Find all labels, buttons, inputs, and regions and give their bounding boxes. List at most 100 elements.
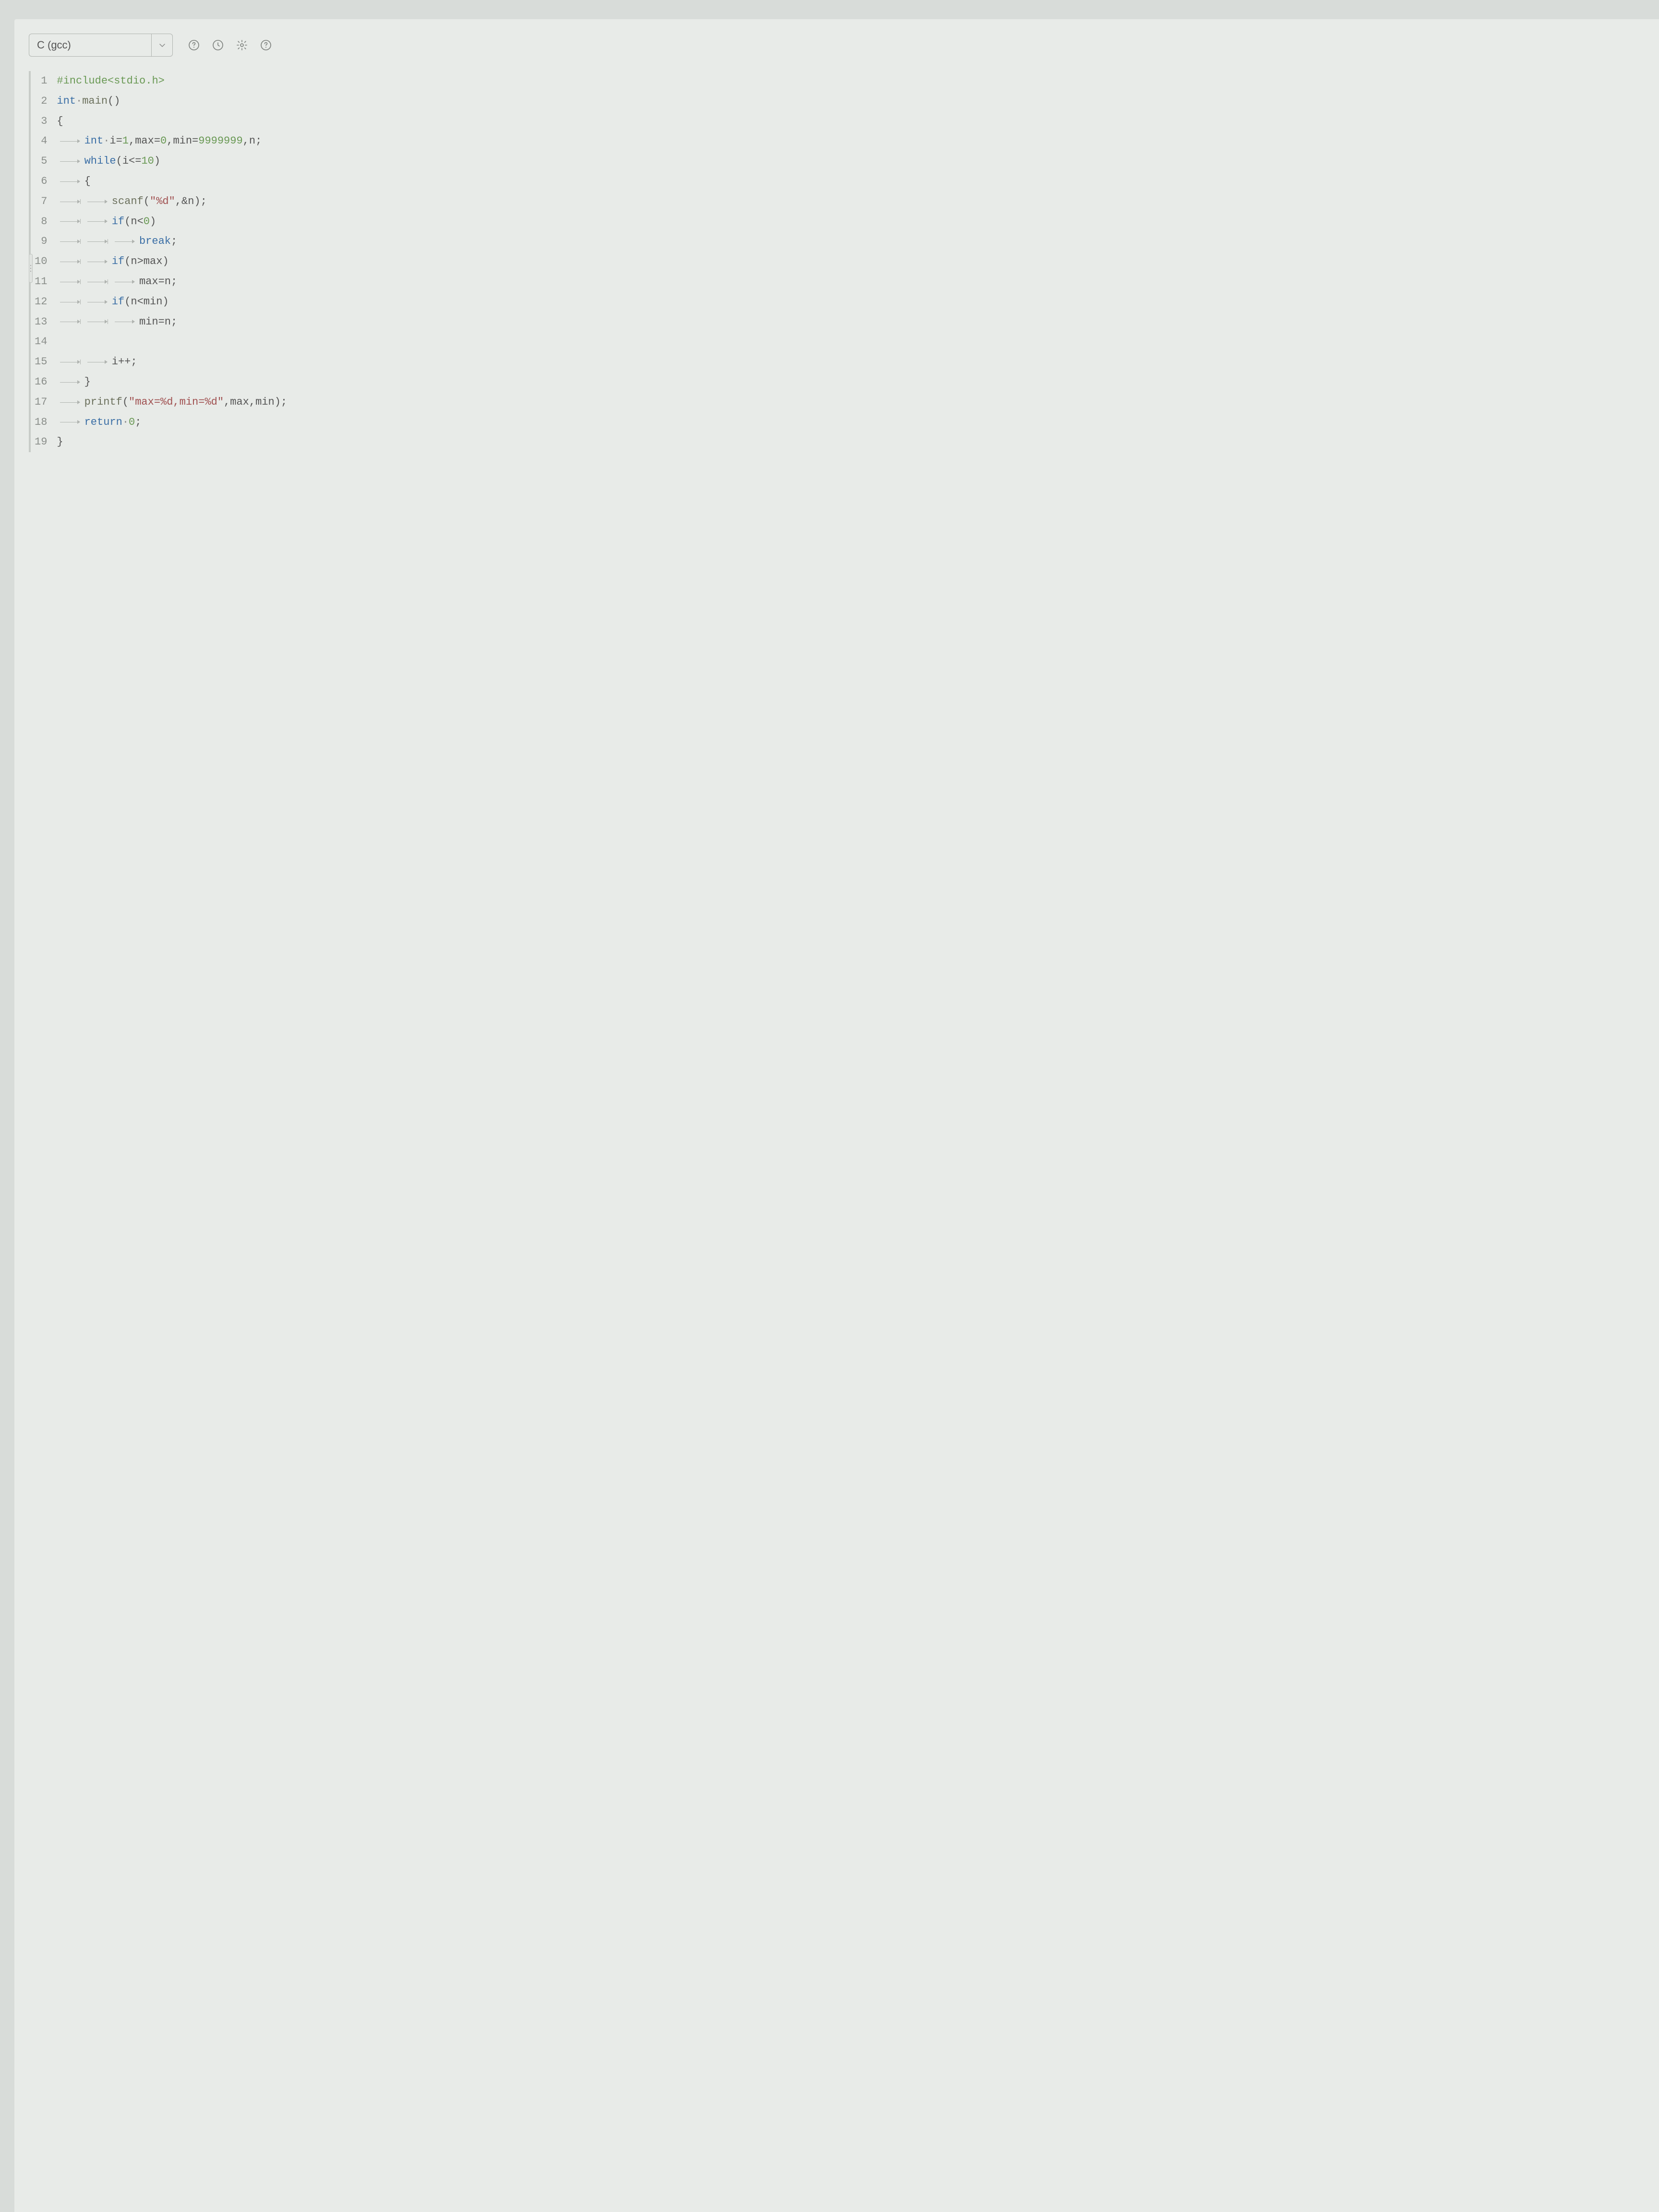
code-token: ) [154,151,160,171]
code-token: return [84,412,122,433]
code-token: ) [162,252,168,272]
code-line[interactable]: } [57,432,1649,452]
code-line[interactable]: if(n<min) [57,292,1649,312]
line-number: 8 [35,212,47,232]
line-number: 6 [35,171,47,192]
code-token: , [224,392,230,412]
code-token: · [122,412,129,433]
code-line[interactable]: printf("max=%d,min=%d",max,min); [57,392,1649,412]
code-token: , [249,392,255,412]
code-token: if [112,252,124,272]
code-token: ( [122,392,129,412]
code-token: n [188,192,194,212]
code-line[interactable]: if(n<0) [57,212,1649,232]
code-token: ; [171,312,177,332]
code-token: #include<stdio.h> [57,71,164,91]
code-line[interactable]: int·i=1,max=0,min=9999999,n; [57,131,1649,151]
code-content[interactable]: #include<stdio.h>int·main(){int·i=1,max=… [57,71,1649,452]
code-token: 1 [122,131,129,151]
code-token: i++ [112,352,131,372]
code-token: · [76,91,82,111]
code-line[interactable]: min=n; [57,312,1649,332]
code-token: scanf [112,192,144,212]
line-number: 14 [35,332,47,352]
code-token: max= [135,131,160,151]
chevron-down-icon [151,34,172,56]
code-line[interactable]: if(n>max) [57,252,1649,272]
code-token: ; [171,272,177,292]
code-line[interactable]: while(i<=10) [57,151,1649,171]
line-number: 19 [35,432,47,452]
code-token: if [112,212,124,232]
code-area[interactable]: 12345678910111213141516171819 #include<s… [29,71,1649,452]
line-number: 12 [35,292,47,312]
line-number: 10 [35,252,47,272]
code-token: ( [124,252,131,272]
code-token: i<= [122,151,142,171]
code-token: { [57,111,63,132]
code-token: ; [171,231,177,252]
code-editor-panel: C (gcc) 12345678910111213141516171819 [14,19,1659,2212]
editor-toolbar: C (gcc) [29,34,1649,57]
code-line[interactable]: int·main() [57,91,1649,111]
language-select[interactable]: C (gcc) [29,34,173,57]
help-icon[interactable] [259,38,273,52]
code-token: 9999999 [198,131,242,151]
line-number: 7 [35,192,47,212]
code-line[interactable]: #include<stdio.h> [57,71,1649,91]
gear-icon[interactable] [235,38,249,52]
code-token: } [84,372,91,392]
code-token: i= [109,131,122,151]
code-token: ) [162,292,168,312]
line-number-gutter: 12345678910111213141516171819 [35,71,57,452]
line-number: 4 [35,131,47,151]
code-line[interactable]: max=n; [57,272,1649,292]
code-token: & [181,192,188,212]
code-token: max [230,392,249,412]
code-token: printf [84,392,122,412]
line-number: 11 [35,272,47,292]
code-token: ); [275,392,287,412]
code-token: 0 [129,412,135,433]
code-token: main [82,91,108,111]
code-token: while [84,151,116,171]
code-token: "max=%d,min=%d" [129,392,224,412]
code-line[interactable] [57,332,1649,352]
code-token: 0 [144,212,150,232]
code-token: ( [124,292,131,312]
code-line[interactable]: break; [57,231,1649,252]
code-token: ; [135,412,141,433]
line-number: 13 [35,312,47,332]
line-number: 2 [35,91,47,111]
code-token: "%d" [150,192,175,212]
gutter-fold-handle[interactable] [29,254,33,283]
history-icon[interactable] [211,38,225,52]
line-number: 5 [35,151,47,171]
line-number: 3 [35,111,47,132]
code-token: ( [124,212,131,232]
line-number: 17 [35,392,47,412]
code-token: break [139,231,171,252]
code-token: ( [144,192,150,212]
code-line[interactable]: { [57,111,1649,132]
line-number: 1 [35,71,47,91]
code-token: min [255,392,275,412]
code-token: () [108,91,120,111]
code-token: int [84,131,104,151]
code-token: n>max [131,252,162,272]
code-token: ; [131,352,137,372]
code-line[interactable]: return·0; [57,412,1649,433]
code-token: · [103,131,109,151]
line-number: 9 [35,231,47,252]
code-line[interactable]: { [57,171,1649,192]
code-line[interactable]: i++; [57,352,1649,372]
code-line[interactable]: scanf("%d",&n); [57,192,1649,212]
question-circle-icon[interactable] [187,38,201,52]
code-token: int [57,91,76,111]
code-token: 0 [160,131,167,151]
code-token: min= [173,131,198,151]
code-token: ( [116,151,122,171]
code-token: n<min [131,292,162,312]
code-line[interactable]: } [57,372,1649,392]
code-token: { [84,171,91,192]
